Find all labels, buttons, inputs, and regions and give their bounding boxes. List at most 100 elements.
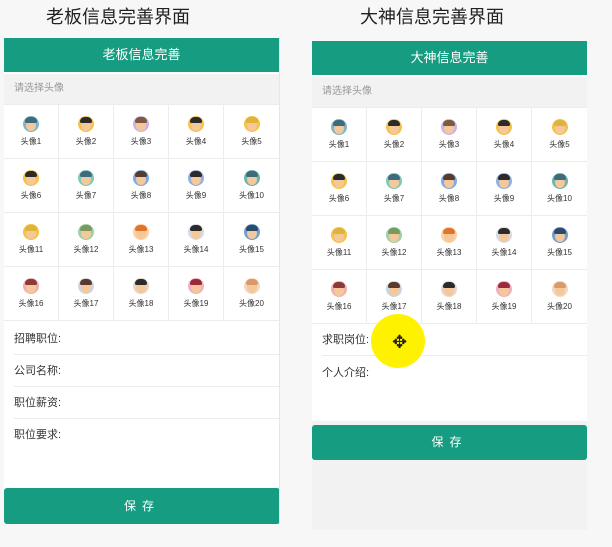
avatar-option[interactable]: 头像16 — [312, 270, 367, 324]
avatar-option[interactable]: 头像19 — [169, 267, 224, 321]
avatar-icon — [496, 281, 512, 297]
move-cursor-icon: ✥ — [392, 332, 408, 352]
avatar-icon — [243, 278, 260, 294]
avatar-option[interactable]: 头像2 — [59, 105, 114, 159]
avatar-label: 头像11 — [326, 248, 352, 257]
avatar-option[interactable]: 头像12 — [367, 216, 422, 270]
avatar-label: 头像6 — [20, 191, 42, 200]
avatar-icon — [496, 119, 512, 135]
avatar-icon — [243, 170, 260, 186]
avatar-icon — [551, 119, 568, 135]
avatar-option[interactable]: 头像8 — [114, 159, 169, 213]
avatar-option[interactable]: 头像20 — [224, 267, 279, 321]
avatar-icon — [23, 224, 39, 240]
avatar-icon — [23, 278, 39, 294]
avatar-option[interactable]: 头像13 — [422, 216, 477, 270]
avatar-option[interactable]: 头像9 — [477, 162, 532, 216]
avatar-icon — [331, 173, 347, 189]
god-field-job[interactable]: 求职岗位: — [322, 325, 587, 356]
avatar-label: 头像20 — [239, 299, 264, 308]
boss-field-requirements[interactable]: 职位要求: — [14, 420, 279, 451]
avatar-icon — [386, 119, 402, 135]
god-info-screen: 大神信息完善 请选择头像 头像1 头像2 头像3 头像4 头像5 头像6 头像7 头像8 头像9… — [312, 41, 587, 530]
avatar-label: 头像10 — [547, 194, 572, 203]
god-field-intro[interactable]: 个人介绍: — [322, 358, 587, 389]
avatar-icon — [551, 227, 568, 243]
boss-field-salary[interactable]: 职位薪资: — [14, 388, 279, 419]
boss-field-company[interactable]: 公司名称: — [14, 356, 279, 387]
avatar-label: 头像12 — [73, 245, 99, 254]
avatar-option[interactable]: 头像3 — [114, 105, 169, 159]
avatar-label: 头像7 — [75, 191, 97, 200]
avatar-label: 头像5 — [549, 140, 570, 149]
avatar-icon — [386, 281, 402, 297]
avatar-option[interactable]: 头像11 — [4, 213, 59, 267]
avatar-option[interactable]: 头像19 — [477, 270, 532, 324]
god-save-button[interactable]: 保存 — [312, 425, 587, 460]
avatar-icon — [23, 116, 39, 132]
boss-info-screen: 老板信息完善 请选择头像 头像1 头像2 头像3 头像4 头像5 头像6 头像7 头像8 头像9… — [4, 38, 280, 524]
avatar-icon — [331, 227, 347, 243]
avatar-option[interactable]: 头像18 — [422, 270, 477, 324]
avatar-option[interactable]: 头像4 — [477, 108, 532, 162]
avatar-label: 头像9 — [185, 191, 207, 200]
avatar-icon — [441, 173, 457, 189]
avatar-option[interactable]: 头像4 — [169, 105, 224, 159]
avatar-icon — [331, 119, 347, 135]
avatar-icon — [133, 170, 149, 186]
avatar-icon — [386, 227, 402, 243]
avatar-option[interactable]: 头像12 — [59, 213, 114, 267]
avatar-option[interactable]: 头像14 — [169, 213, 224, 267]
boss-page-caption: 老板信息完善界面 — [46, 7, 190, 28]
avatar-icon — [133, 116, 149, 132]
avatar-option[interactable]: 头像18 — [114, 267, 169, 321]
avatar-option[interactable]: 头像15 — [532, 216, 587, 270]
avatar-option[interactable]: 头像6 — [4, 159, 59, 213]
avatar-label: 头像17 — [381, 302, 407, 311]
boss-field-position[interactable]: 招聘职位: — [14, 324, 279, 355]
avatar-icon — [243, 224, 260, 240]
avatar-label: 头像2 — [75, 137, 97, 146]
avatar-option[interactable]: 头像2 — [367, 108, 422, 162]
avatar-icon — [496, 173, 512, 189]
avatar-option[interactable]: 头像20 — [532, 270, 587, 324]
avatar-label: 头像13 — [128, 245, 154, 254]
avatar-icon — [78, 224, 94, 240]
avatar-option[interactable]: 头像15 — [224, 213, 279, 267]
avatar-icon — [188, 278, 204, 294]
avatar-option[interactable]: 头像9 — [169, 159, 224, 213]
boss-save-button[interactable]: 保存 — [4, 488, 279, 524]
boss-avatar-prompt: 请选择头像 — [4, 74, 279, 104]
avatar-option[interactable]: 头像5 — [532, 108, 587, 162]
avatar-option[interactable]: 头像13 — [114, 213, 169, 267]
avatar-option[interactable]: 头像7 — [59, 159, 114, 213]
avatar-option[interactable]: 头像11 — [312, 216, 367, 270]
avatar-option[interactable]: 头像16 — [4, 267, 59, 321]
avatar-icon — [78, 170, 94, 186]
avatar-label: 头像19 — [183, 299, 209, 308]
god-header: 大神信息完善 — [312, 41, 587, 75]
avatar-option[interactable]: 头像3 — [422, 108, 477, 162]
avatar-option[interactable]: 头像5 — [224, 105, 279, 159]
avatar-icon — [133, 278, 149, 294]
avatar-option[interactable]: 头像1 — [312, 108, 367, 162]
boss-header: 老板信息完善 — [4, 38, 279, 72]
avatar-icon — [78, 278, 94, 294]
avatar-label: 头像6 — [328, 194, 350, 203]
avatar-icon — [441, 281, 457, 297]
avatar-icon — [188, 116, 204, 132]
avatar-option[interactable]: 头像10 — [532, 162, 587, 216]
god-avatar-prompt: 请选择头像 — [312, 77, 587, 107]
god-avatar-grid: 头像1 头像2 头像3 头像4 头像5 头像6 头像7 头像8 头像9 头像10 头像11 头像12 头… — [312, 107, 587, 324]
avatar-option[interactable]: 头像8 — [422, 162, 477, 216]
avatar-option[interactable]: 头像7 — [367, 162, 422, 216]
avatar-option[interactable]: 头像10 — [224, 159, 279, 213]
boss-avatar-grid: 头像1 头像2 头像3 头像4 头像5 头像6 头像7 头像8 头像9 头像10 头像11 头像12 头… — [4, 104, 279, 321]
avatar-option[interactable]: 头像14 — [477, 216, 532, 270]
avatar-option[interactable]: 头像6 — [312, 162, 367, 216]
avatar-label: 头像1 — [328, 140, 350, 149]
avatar-label: 头像1 — [20, 137, 42, 146]
avatar-option[interactable]: 头像1 — [4, 105, 59, 159]
avatar-option[interactable]: 头像17 — [59, 267, 114, 321]
avatar-label: 头像11 — [18, 245, 44, 254]
